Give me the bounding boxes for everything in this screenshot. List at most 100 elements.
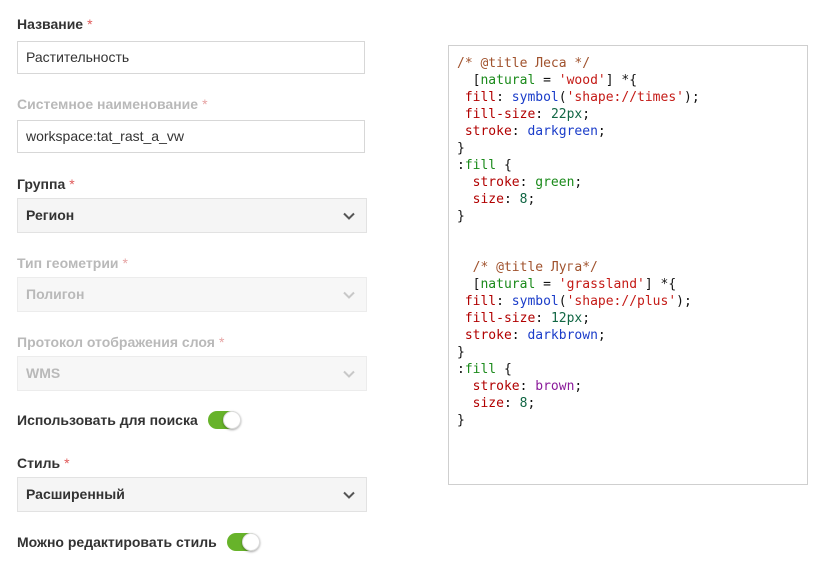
name-label: Название * xyxy=(17,16,93,32)
code-token: fill xyxy=(464,90,497,105)
code-line: stroke: darkbrown; xyxy=(457,327,807,344)
code-token: darkgreen xyxy=(527,124,598,139)
code-line: fill: symbol('shape://plus'); xyxy=(457,293,807,310)
code-token: ; xyxy=(527,192,536,207)
chevron-down-icon xyxy=(343,370,355,378)
code-token: : xyxy=(457,362,465,377)
required-mark: * xyxy=(218,334,225,350)
code-token: : xyxy=(511,124,528,139)
geometry-type-select: Полигон xyxy=(17,277,367,312)
code-content: /* @title Леса */ [natural = 'wood'] *{ … xyxy=(449,46,807,429)
code-token: /* @title Луга*/ xyxy=(472,260,598,275)
code-token: 'shape://times' xyxy=(566,90,684,105)
chevron-down-icon xyxy=(343,212,355,220)
style-select[interactable]: Расширенный xyxy=(17,477,367,512)
protocol-value: WMS xyxy=(26,365,61,381)
code-token: fill xyxy=(464,362,497,377)
code-token: stroke xyxy=(472,175,520,190)
code-token: { xyxy=(496,362,512,377)
code-line: stroke: brown; xyxy=(457,378,807,395)
required-mark: * xyxy=(87,16,93,32)
code-token: green xyxy=(535,175,575,190)
code-token: brown xyxy=(535,379,575,394)
code-token: [ xyxy=(457,73,481,88)
code-token: stroke xyxy=(464,328,512,343)
code-token: size xyxy=(472,192,504,207)
code-token: : xyxy=(519,379,536,394)
code-token: = xyxy=(535,73,559,88)
chevron-down-icon xyxy=(343,491,355,499)
group-select[interactable]: Регион xyxy=(17,198,367,233)
code-token: ); xyxy=(676,294,692,309)
code-token: stroke xyxy=(472,379,520,394)
system-name-input[interactable]: workspace:tat_rast_a_vw xyxy=(17,120,365,153)
code-token: 'shape://plus' xyxy=(566,294,677,309)
geometry-type-label: Тип геометрии * xyxy=(17,255,128,271)
code-line: /* @title Луга*/ xyxy=(457,259,807,276)
style-editable-toggle[interactable] xyxy=(226,533,260,551)
code-token: ; xyxy=(574,379,583,394)
required-mark: * xyxy=(64,455,70,471)
code-token: natural xyxy=(480,73,536,88)
code-token: ; xyxy=(597,124,606,139)
code-token: ; xyxy=(582,107,591,122)
code-token: } xyxy=(457,141,465,156)
code-token: ; xyxy=(527,396,536,411)
code-token: /* @title Леса */ xyxy=(457,56,591,71)
code-token: : xyxy=(496,294,512,309)
code-line: fill-size: 12px; xyxy=(457,310,807,327)
code-token: 22px xyxy=(550,107,583,122)
code-token: ] *{ xyxy=(605,73,638,88)
code-token: : xyxy=(496,90,512,105)
code-token: fill xyxy=(464,158,497,173)
style-select-value: Расширенный xyxy=(26,486,125,502)
code-token: [ xyxy=(457,277,481,292)
code-line: size: 8; xyxy=(457,191,807,208)
style-editable-row: Можно редактировать стиль xyxy=(17,533,260,551)
toggle-knob xyxy=(222,411,241,429)
code-line: size: 8; xyxy=(457,395,807,412)
use-for-search-label: Использовать для поиска xyxy=(17,412,198,428)
geometry-type-value: Полигон xyxy=(26,286,85,302)
code-token: 12px xyxy=(550,311,583,326)
toggle-knob xyxy=(241,533,260,551)
code-token: natural xyxy=(480,277,536,292)
code-line: } xyxy=(457,412,807,429)
name-input[interactable]: Растительность xyxy=(17,41,365,74)
code-token: : xyxy=(535,311,551,326)
system-name-label: Системное наименование * xyxy=(17,96,208,112)
use-for-search-toggle[interactable] xyxy=(207,411,241,429)
code-line: /* @title Леса */ xyxy=(457,55,807,72)
code-token: darkbrown xyxy=(527,328,598,343)
group-select-value: Регион xyxy=(26,207,75,223)
required-mark: * xyxy=(202,96,208,112)
group-label: Группа * xyxy=(17,176,75,192)
code-line: stroke: green; xyxy=(457,174,807,191)
code-token: : xyxy=(503,192,520,207)
code-token: : xyxy=(511,328,528,343)
code-line: fill: symbol('shape://times'); xyxy=(457,89,807,106)
code-line: [natural = 'grassland'] *{ xyxy=(457,276,807,293)
code-line: } xyxy=(457,208,807,225)
code-token: } xyxy=(457,345,465,360)
style-code-editor[interactable]: /* @title Леса */ [natural = 'wood'] *{ … xyxy=(448,45,808,485)
code-token: symbol xyxy=(511,90,559,105)
code-token: 'wood' xyxy=(558,73,606,88)
use-for-search-row: Использовать для поиска xyxy=(17,411,241,429)
code-token: ; xyxy=(574,175,583,190)
code-token: : xyxy=(457,158,465,173)
code-token: fill-size xyxy=(464,107,536,122)
code-line: } xyxy=(457,344,807,361)
code-token: : xyxy=(535,107,551,122)
